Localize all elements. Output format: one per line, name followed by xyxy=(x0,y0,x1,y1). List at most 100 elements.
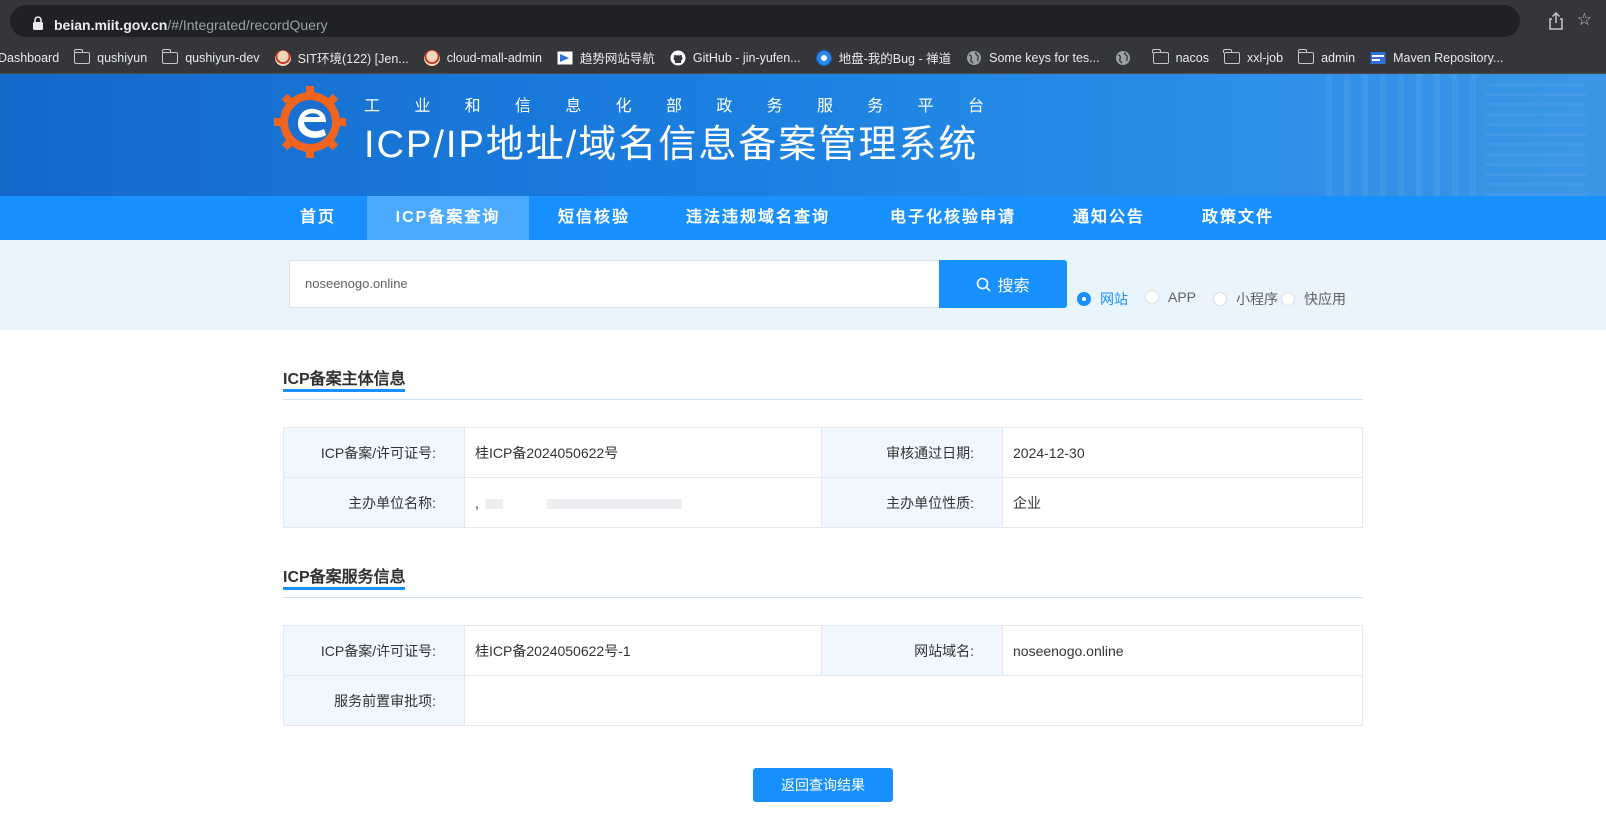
nav-home[interactable]: 首页 xyxy=(282,196,354,240)
bookmark-admin[interactable]: admin xyxy=(1297,46,1356,70)
folder-icon xyxy=(1152,49,1169,64)
nav-notices[interactable]: 通知公告 xyxy=(1063,196,1155,240)
globe-icon xyxy=(1115,50,1130,65)
url-text: beian.miit.gov.cn/#/Integrated/recordQue… xyxy=(54,17,328,33)
nav-illegal-domain-query[interactable]: 违法违规域名查询 xyxy=(674,196,842,240)
folder-icon xyxy=(1297,49,1315,64)
radio-website[interactable]: 网站 xyxy=(1077,289,1128,309)
bookmark-qushiyun[interactable]: qushiyun xyxy=(73,46,148,70)
bookmark-sit-jenkins[interactable]: SIT环境(122) [Jen... xyxy=(274,46,409,70)
bookmark-label: Some keys for tes... xyxy=(989,50,1100,65)
globe-icon xyxy=(967,50,982,65)
approve-date-value: 2024-12-30 xyxy=(1002,427,1363,478)
back-to-results-button[interactable]: 返回查询结果 xyxy=(753,768,893,802)
jenkins-icon xyxy=(274,49,291,66)
bookmark-maven[interactable]: Maven Repository... xyxy=(1370,46,1503,70)
bookmark-label: 地盘-我的Bug - 禅道 xyxy=(838,52,952,66)
bookmark-label: xxl-job xyxy=(1246,50,1284,65)
folder-icon xyxy=(73,49,91,64)
bookmarks-bar: Dashboard qushiyun qushiyun-dev SIT环境(12… xyxy=(0,42,1606,74)
bookmark-label: Dashboard xyxy=(0,50,60,65)
nav-policy-docs[interactable]: 政策文件 xyxy=(1192,196,1284,240)
url-host: beian.miit.gov.cn xyxy=(54,17,168,33)
jenkins-icon xyxy=(423,49,440,66)
bookmark-label: qushiyun xyxy=(97,50,148,65)
lock-icon xyxy=(33,16,43,30)
service-license-value: 桂ICP备2024050622号-1 xyxy=(464,625,822,676)
table-row: ICP备案/许可证号: 桂ICP备2024050622号-1 网站域名: nos… xyxy=(283,625,1363,676)
search-button-label: 搜索 xyxy=(997,278,1030,295)
bookmark-label: GitHub - jin-yufen... xyxy=(692,50,801,65)
bookmark-label: admin xyxy=(1321,50,1356,65)
subject-info-table: ICP备案/许可证号: 桂ICP备2024050622号 审核通过日期: 202… xyxy=(283,427,1363,528)
browser-toolbar: beian.miit.gov.cn/#/Integrated/recordQue… xyxy=(0,0,1606,42)
share-icon[interactable] xyxy=(1548,12,1564,30)
bookmark-label: Maven Repository... xyxy=(1393,50,1504,65)
bookmark-github[interactable]: GitHub - jin-yufen... xyxy=(670,46,801,70)
radio-dot xyxy=(1213,292,1227,306)
service-info-table: ICP备案/许可证号: 桂ICP备2024050622号-1 网站域名: nos… xyxy=(283,625,1363,726)
bookmark-xxl-job[interactable]: xxl-job xyxy=(1223,46,1284,70)
org-name-cell: , xyxy=(464,477,822,528)
bookmark-label: cloud-mall-admin xyxy=(446,50,542,65)
bookmark-label: SIT环境(122) [Jen... xyxy=(297,52,409,66)
section-underline xyxy=(283,587,405,590)
license-value: 桂ICP备2024050622号 xyxy=(464,427,822,478)
main-nav: 首页 ICP备案查询 短信核验 违法违规域名查询 电子化核验申请 通知公告 政策… xyxy=(0,196,1606,240)
bookmark-zentao[interactable]: 地盘-我的Bug - 禅道 xyxy=(815,46,952,70)
domain-label: 网站域名: xyxy=(821,625,1003,676)
radio-label: APP xyxy=(1168,289,1197,305)
github-icon xyxy=(670,50,686,65)
folder-icon xyxy=(161,49,179,64)
radio-quick-app[interactable]: 快应用 xyxy=(1281,289,1346,309)
bookmark-label: qushiyun-dev xyxy=(185,50,260,65)
nav-sms-verify[interactable]: 短信核验 xyxy=(546,196,642,240)
bookmark-cloud-mall-admin[interactable]: cloud-mall-admin xyxy=(423,46,542,70)
org-type-label: 主办单位性质: xyxy=(821,477,1003,528)
table-row: 主办单位名称: , 主办单位性质: 企业 xyxy=(283,477,1363,528)
nav-icp-query[interactable]: ICP备案查询 xyxy=(367,196,529,240)
radio-mini-program[interactable]: 小程序 xyxy=(1213,289,1278,309)
system-title: ICP/IP地址/域名信息备案管理系统 xyxy=(364,124,979,166)
table-row: 服务前置审批项: xyxy=(283,675,1363,726)
search-button[interactable]: 搜索 xyxy=(939,260,1067,308)
service-info-title: ICP备案服务信息 xyxy=(283,569,406,586)
domain-value: noseenogo.online xyxy=(1002,625,1363,676)
radio-label: 小程序 xyxy=(1236,291,1278,307)
bookmark-some-keys[interactable]: Some keys for tes... xyxy=(966,46,1100,70)
subject-info-title: ICP备案主体信息 xyxy=(283,371,406,388)
search-input[interactable]: noseenogo.online xyxy=(289,260,940,308)
search-icon xyxy=(977,277,992,292)
miit-logo-icon xyxy=(274,86,346,158)
bookmark-qushiyun-dev[interactable]: qushiyun-dev xyxy=(161,46,260,70)
section-divider xyxy=(283,399,1363,400)
radio-label: 网站 xyxy=(1100,291,1128,307)
nav-e-verify-apply[interactable]: 电子化核验申请 xyxy=(876,196,1030,240)
banner-grid-graphic xyxy=(1486,84,1586,196)
org-type-value: 企业 xyxy=(1002,477,1363,528)
bookmark-globe-unnamed[interactable] xyxy=(1115,46,1138,70)
redacted-block xyxy=(484,498,503,509)
nav-site-icon xyxy=(557,51,573,64)
redacted-block xyxy=(546,498,682,509)
bookmark-star-icon[interactable]: ☆ xyxy=(1577,9,1592,31)
url-path: /#/Integrated/recordQuery xyxy=(167,17,328,33)
radio-dot xyxy=(1145,290,1159,304)
banner-building-graphic xyxy=(1326,74,1486,196)
bookmark-dashboard[interactable]: Dashboard xyxy=(0,46,59,70)
folder-icon xyxy=(1223,49,1240,64)
bookmark-label: nacos xyxy=(1175,50,1209,65)
radio-dot xyxy=(1281,292,1295,306)
section-underline xyxy=(283,389,405,392)
org-name-value: , xyxy=(475,494,479,511)
preapproval-label: 服务前置审批项: xyxy=(283,675,465,726)
zentao-icon xyxy=(815,49,832,66)
bookmark-nacos[interactable]: nacos xyxy=(1152,46,1209,70)
org-name-label: 主办单位名称: xyxy=(283,477,465,528)
radio-dot xyxy=(1077,292,1091,306)
preapproval-value xyxy=(464,675,1363,726)
address-bar[interactable]: beian.miit.gov.cn/#/Integrated/recordQue… xyxy=(10,5,1520,37)
bookmark-label: 趋势网站导航 xyxy=(579,52,655,66)
radio-app[interactable]: APP xyxy=(1145,289,1196,305)
bookmark-nav-site[interactable]: 趋势网站导航 xyxy=(557,46,655,70)
